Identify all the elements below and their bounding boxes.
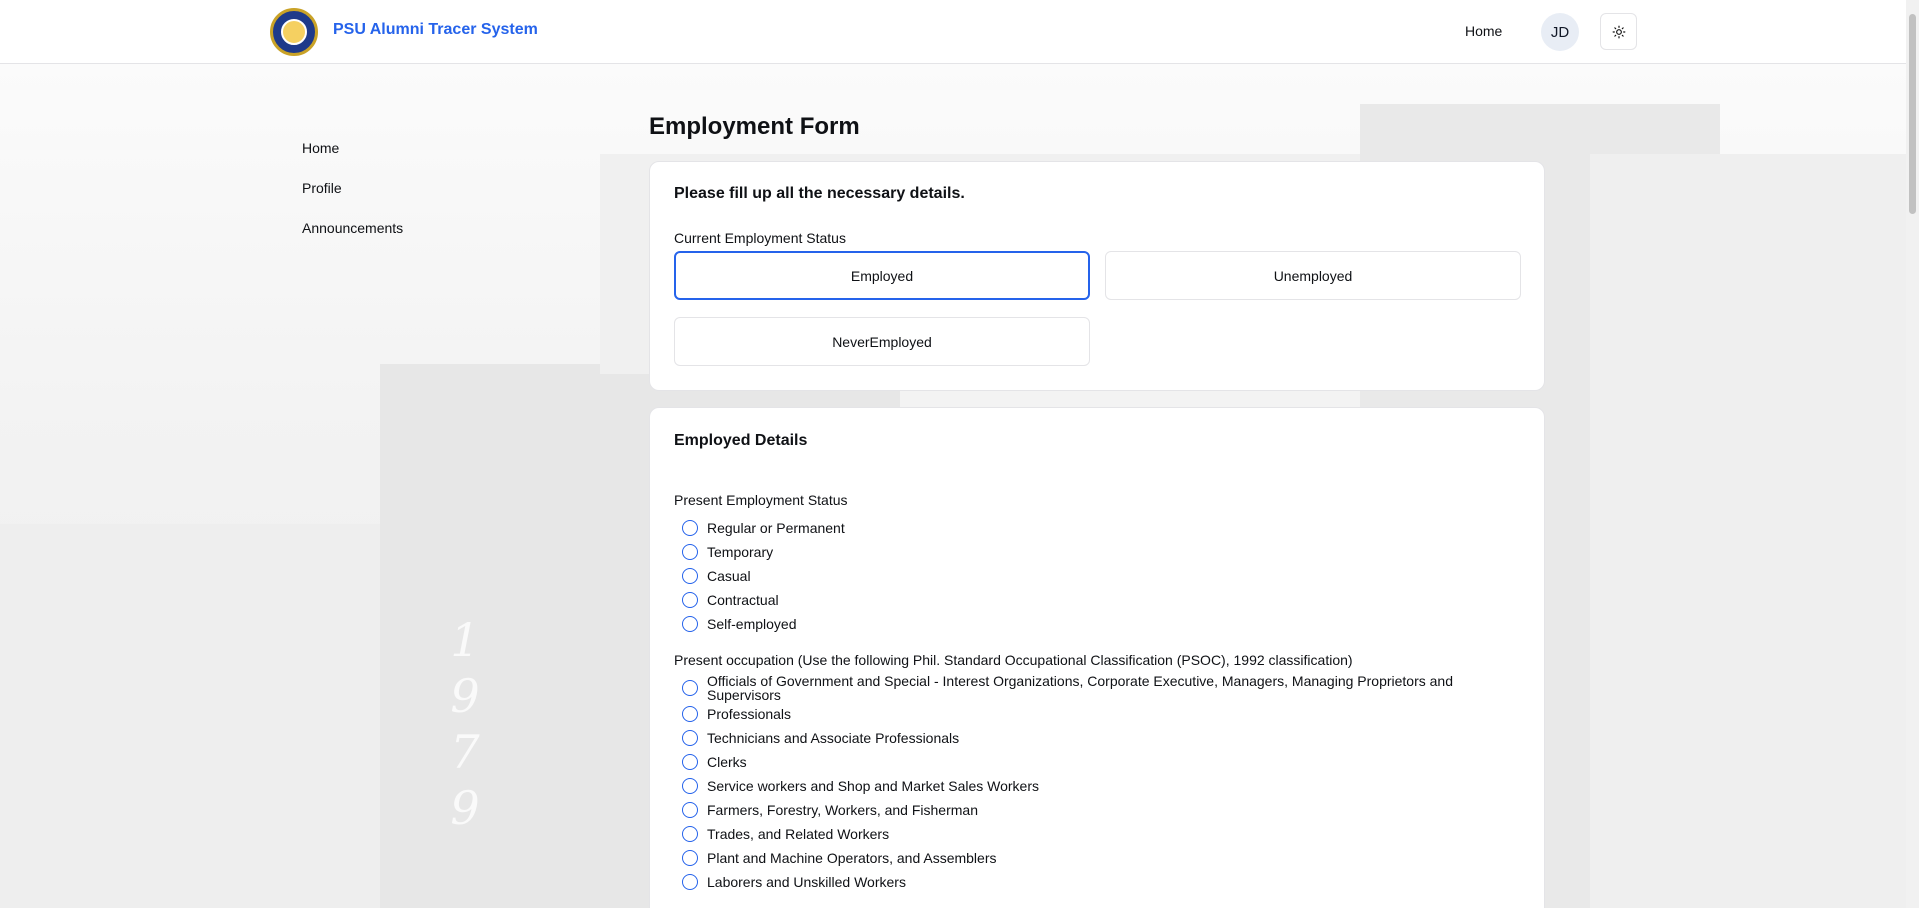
sidebar-item-home[interactable]: Home: [302, 138, 403, 178]
radio-button[interactable]: [682, 874, 698, 890]
background-year-engraving: 1979: [450, 613, 480, 835]
radio-button[interactable]: [682, 544, 698, 560]
radio-label: Regular or Permanent: [707, 520, 845, 536]
radio-label: Professionals: [707, 706, 792, 722]
radio-option[interactable]: Clerks: [682, 750, 1502, 774]
radio-option[interactable]: Temporary: [682, 540, 845, 564]
radio-option[interactable]: Self-employed: [682, 612, 845, 636]
radio-option[interactable]: Casual: [682, 564, 845, 588]
page-title: Employment Form: [649, 113, 860, 140]
radio-button[interactable]: [682, 680, 698, 696]
radio-button[interactable]: [682, 616, 698, 632]
present-occupation-group: Officials of Government and Special - In…: [682, 674, 1502, 894]
radio-label: Trades, and Related Workers: [707, 826, 890, 842]
card-heading: Employed Details: [674, 432, 808, 449]
radio-option[interactable]: Professionals: [682, 702, 1502, 726]
present-occupation-label: Present occupation (Use the following Ph…: [674, 652, 1353, 668]
radio-button[interactable]: [682, 850, 698, 866]
header-home-link[interactable]: Home: [1465, 23, 1502, 39]
top-header: PSU Alumni Tracer System Home JD: [0, 0, 1906, 64]
radio-button[interactable]: [682, 730, 698, 746]
employment-status-label: Current Employment Status: [674, 230, 846, 246]
status-option-never-employed[interactable]: NeverEmployed: [674, 317, 1090, 366]
status-option-employed[interactable]: Employed: [674, 251, 1090, 300]
radio-button[interactable]: [682, 520, 698, 536]
radio-button[interactable]: [682, 592, 698, 608]
sun-icon: [1612, 25, 1625, 38]
radio-label: Service workers and Shop and Market Sale…: [707, 778, 1039, 794]
radio-button[interactable]: [682, 706, 698, 722]
radio-option[interactable]: Officials of Government and Special - In…: [682, 674, 1502, 702]
radio-option[interactable]: Laborers and Unskilled Workers: [682, 870, 1502, 894]
radio-option[interactable]: Technicians and Associate Professionals: [682, 726, 1502, 750]
employment-status-card: Please fill up all the necessary details…: [649, 161, 1545, 391]
radio-button[interactable]: [682, 826, 698, 842]
employed-details-card: Employed Details Present Employment Stat…: [649, 407, 1545, 908]
radio-option[interactable]: Plant and Machine Operators, and Assembl…: [682, 846, 1502, 870]
card-heading: Please fill up all the necessary details…: [674, 185, 965, 202]
radio-option[interactable]: Regular or Permanent: [682, 516, 845, 540]
theme-toggle-button[interactable]: [1600, 13, 1637, 50]
present-employment-status-label: Present Employment Status: [674, 492, 848, 508]
radio-option[interactable]: Service workers and Shop and Market Sale…: [682, 774, 1502, 798]
brand-title[interactable]: PSU Alumni Tracer System: [333, 21, 538, 39]
radio-label: Laborers and Unskilled Workers: [707, 874, 906, 890]
radio-label: Temporary: [707, 544, 774, 560]
sidebar-item-announcements[interactable]: Announcements: [302, 218, 403, 258]
radio-button[interactable]: [682, 778, 698, 794]
scrollbar-thumb[interactable]: [1909, 14, 1916, 214]
radio-label: Casual: [707, 568, 751, 584]
present-employment-status-group: Regular or Permanent Temporary Casual Co…: [682, 516, 845, 636]
university-logo: [270, 8, 318, 56]
background-building: [0, 524, 420, 908]
radio-button[interactable]: [682, 754, 698, 770]
radio-label: Self-employed: [707, 616, 797, 632]
page-scrollbar[interactable]: [1906, 0, 1919, 908]
radio-label: Plant and Machine Operators, and Assembl…: [707, 850, 997, 866]
radio-label: Clerks: [707, 754, 747, 770]
radio-button[interactable]: [682, 802, 698, 818]
background-building: [1590, 154, 1906, 908]
avatar[interactable]: JD: [1541, 13, 1579, 51]
radio-label: Officials of Government and Special - In…: [707, 673, 1454, 703]
sidebar-nav: Home Profile Announcements: [302, 138, 403, 258]
radio-label: Farmers, Forestry, Workers, and Fisherma…: [707, 802, 978, 818]
radio-option[interactable]: Farmers, Forestry, Workers, and Fisherma…: [682, 798, 1502, 822]
status-option-unemployed[interactable]: Unemployed: [1105, 251, 1521, 300]
radio-option[interactable]: Contractual: [682, 588, 845, 612]
radio-option[interactable]: Trades, and Related Workers: [682, 822, 1502, 846]
radio-label: Technicians and Associate Professionals: [707, 730, 960, 746]
radio-label: Contractual: [707, 592, 779, 608]
radio-button[interactable]: [682, 568, 698, 584]
sidebar-item-profile[interactable]: Profile: [302, 178, 403, 218]
